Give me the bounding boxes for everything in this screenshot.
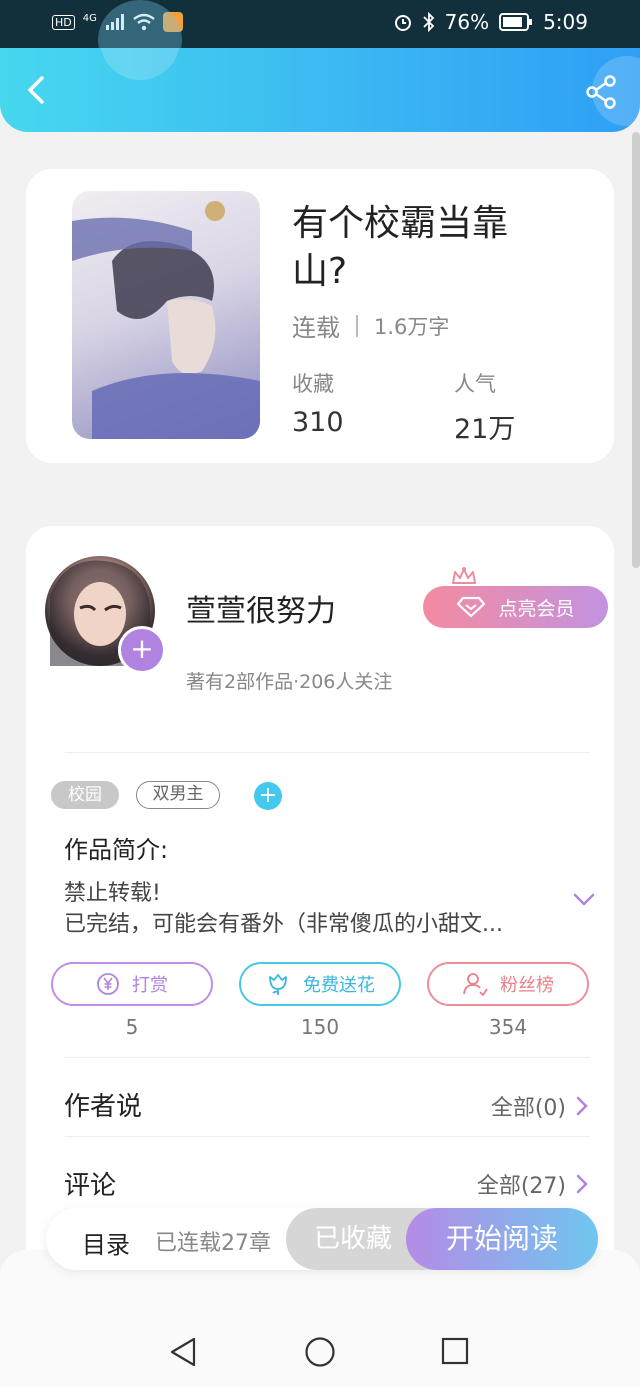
cover-illustration — [72, 201, 260, 439]
flower-icon — [269, 974, 287, 995]
crown-icon — [452, 567, 476, 584]
intro-text[interactable]: 禁止转载! 已完结，可能会有番外（非常傻瓜的小甜文... — [64, 878, 564, 940]
header-bar — [0, 48, 640, 132]
user-icon — [463, 973, 488, 997]
decorative-bubble — [100, 48, 180, 80]
comments-count: 全部(27) — [476, 1174, 566, 1199]
intro-line: 已完结，可能会有番外（非常傻瓜的小甜文... — [64, 912, 503, 937]
divider — [65, 1136, 590, 1137]
author-says-link[interactable]: 全部(0) — [491, 1090, 588, 1122]
battery-icon — [499, 13, 533, 31]
book-title: 有个校霸当靠山? — [292, 203, 509, 292]
clock: 5:09 — [543, 10, 588, 34]
intro-heading: 作品简介: — [64, 836, 169, 864]
vip-button-label: 点亮会员 — [498, 597, 575, 620]
status-bar: HD 4G 76% 5:09 — [0, 0, 640, 80]
comments-link[interactable]: 全部(27) — [477, 1168, 588, 1200]
author-says-count: 全部(0) — [490, 1096, 566, 1121]
chapter-count: 已连载27章 — [155, 1231, 271, 1256]
popularity-value: 21万 — [454, 414, 516, 445]
comments-title: 评论 — [64, 1171, 117, 1201]
nav-back-icon[interactable] — [168, 1336, 198, 1368]
yuan-coin-icon — [97, 973, 119, 995]
intro-line: 禁止转载! — [64, 881, 161, 906]
send-flower-button[interactable]: 免费送花 — [239, 962, 401, 1006]
tag[interactable]: 双男主 — [136, 781, 220, 809]
tip-button-label: 打赏 — [132, 975, 168, 996]
tip-count: 5 — [125, 1015, 139, 1039]
diamond-icon — [457, 596, 486, 618]
start-reading-button[interactable]: 开始阅读 — [406, 1208, 598, 1270]
nav-recents-icon[interactable] — [441, 1336, 469, 1366]
book-meta: 连载 1.6万字 — [292, 308, 449, 343]
divider — [65, 1057, 590, 1058]
follow-author-button[interactable]: + — [118, 626, 166, 674]
flower-count: 150 — [300, 1015, 340, 1039]
favorites-value: 310 — [292, 407, 344, 438]
chevron-right-icon — [576, 1174, 588, 1194]
bluetooth-icon — [422, 12, 434, 32]
popularity-label: 人气 — [454, 372, 496, 396]
hd-badge: HD — [52, 14, 75, 30]
divider — [65, 752, 590, 753]
tip-button[interactable]: 打赏 — [51, 962, 213, 1006]
share-button[interactable] — [584, 74, 620, 110]
author-stats: 著有2部作品·206人关注 — [186, 671, 393, 693]
divider — [356, 314, 358, 337]
author-says-title: 作者说 — [64, 1092, 143, 1122]
toc-button[interactable]: 目录 — [82, 1225, 130, 1260]
fan-ranking-button[interactable]: 粉丝榜 — [427, 962, 589, 1006]
fan-ranking-label: 粉丝榜 — [500, 975, 554, 996]
favorites-label: 收藏 — [292, 372, 334, 396]
alarm-icon — [394, 15, 411, 31]
chevron-down-icon[interactable] — [572, 892, 596, 908]
vip-button[interactable]: 点亮会员 — [423, 586, 608, 628]
tag[interactable]: 校园 — [51, 781, 119, 809]
scrollbar[interactable] — [632, 132, 640, 568]
nav-home-icon[interactable] — [304, 1336, 336, 1368]
word-count: 1.6万字 — [374, 314, 450, 339]
serial-status: 连载 — [292, 314, 340, 342]
author-name[interactable]: 萱萱很努力 — [186, 586, 336, 630]
chevron-right-icon — [576, 1096, 588, 1116]
fan-count: 354 — [488, 1015, 528, 1039]
signal-type: 4G — [82, 12, 97, 24]
battery-percent: 76% — [444, 10, 490, 34]
back-button[interactable] — [20, 70, 56, 110]
book-cover[interactable] — [72, 191, 260, 439]
add-tag-button[interactable]: + — [254, 782, 282, 810]
send-flower-label: 免费送花 — [303, 975, 375, 996]
